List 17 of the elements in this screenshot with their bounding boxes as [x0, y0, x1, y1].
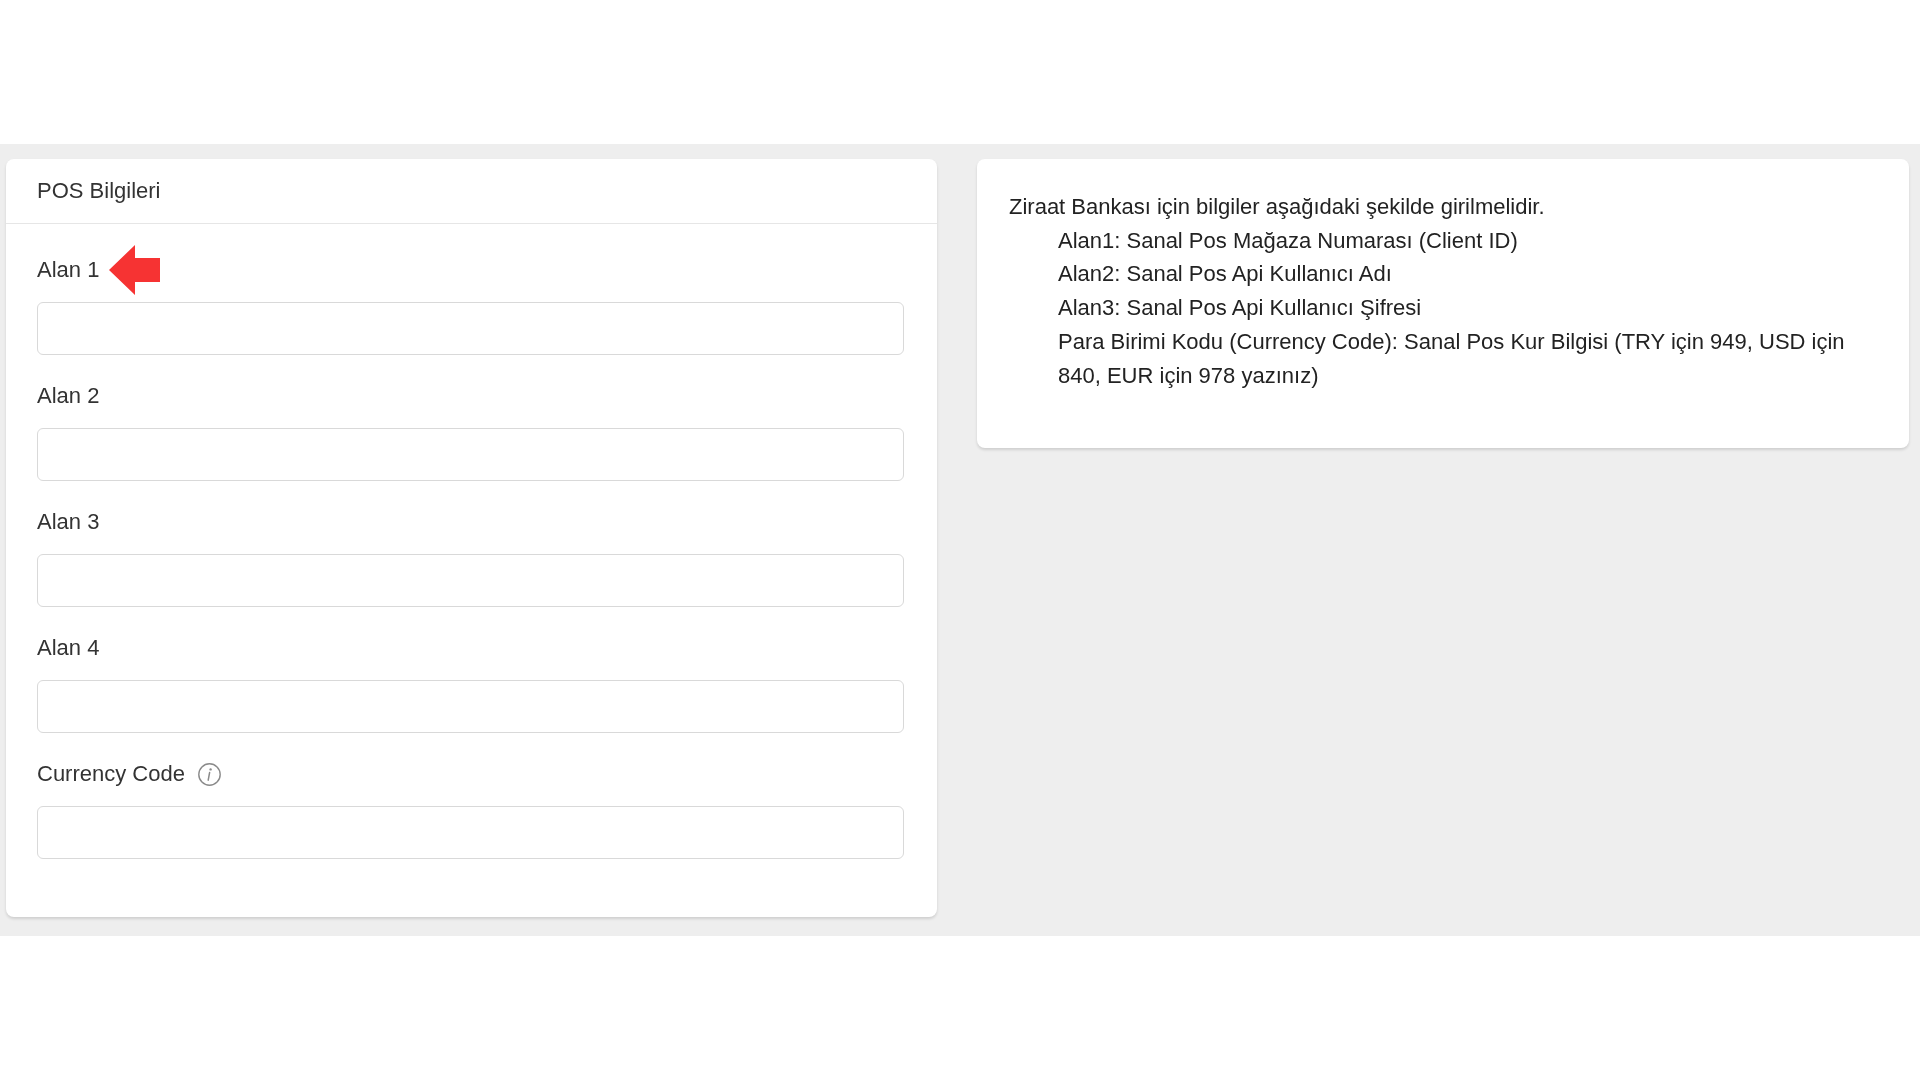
info-line: Para Birimi Kodu (Currency Code): Sanal Pos Kur Bilgisi (TRY için 949, USD için 840, EUR için 978 yazınız): [1057, 327, 1846, 390]
field-label: Alan 3: [37, 508, 100, 536]
card-title: POS Bilgileri: [37, 177, 161, 205]
info-icon[interactable]: [197, 762, 221, 786]
input-field[interactable]: [37, 806, 904, 859]
input-field[interactable]: [37, 680, 904, 733]
input-field[interactable]: [37, 302, 904, 355]
info-line: Alan3: Sanal Pos Api Kullanıcı Şifresi: [1057, 294, 1423, 323]
field-label: Alan 2: [37, 382, 100, 410]
info-intro: Ziraat Bankası için bilgiler aşağıdaki şekilde girilmelidir.: [1009, 193, 1546, 221]
info-line: Alan2: Sanal Pos Api Kullanıcı Adı: [1057, 260, 1393, 289]
input-field[interactable]: [37, 428, 904, 481]
input-field[interactable]: [37, 554, 904, 607]
field-label: Alan 1: [37, 256, 100, 284]
field-label: Alan 4: [37, 634, 100, 662]
info-line: Alan1: Sanal Pos Mağaza Numarası (Client ID): [1057, 226, 1519, 255]
field-label: Currency Code: [37, 760, 185, 788]
